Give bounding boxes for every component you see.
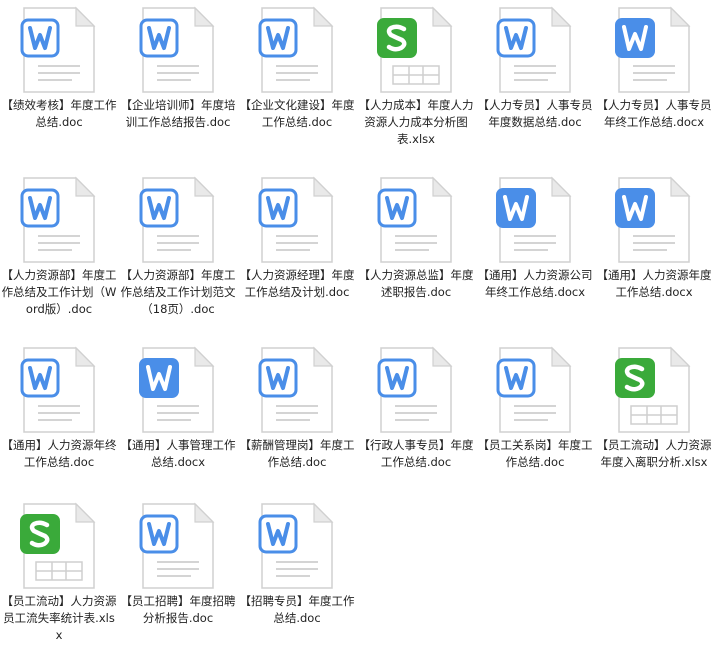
file-name: 【通用】人力资源年度工作总结.docx — [596, 268, 712, 299]
file-name: 【人力专员】人事专员年终工作总结.docx — [596, 98, 712, 129]
docx-file-icon — [496, 176, 574, 264]
doc-file-icon — [258, 502, 336, 590]
file-name: 【企业培训师】年度培训工作总结报告.doc — [120, 98, 236, 129]
doc-file-icon — [377, 346, 455, 434]
docx-file-icon — [615, 176, 693, 264]
file-item[interactable]: 【人力专员】人事专员年度数据总结.doc — [476, 2, 594, 170]
file-name: 【通用】人事管理工作总结.docx — [120, 438, 236, 469]
xlsx-file-icon — [615, 346, 693, 434]
file-item[interactable]: 【人力资源部】年度工作总结及工作计划（Word版）.doc — [0, 172, 118, 340]
file-grid: 【绩效考核】年度工作总结.doc 【企业培训师】年度培训工作总结报告.doc 【企业… — [0, 0, 719, 655]
file-name: 【人力资源经理】年度工作总结及计划.doc — [239, 268, 355, 299]
file-name: 【员工流动】人力资源员工流失率统计表.xlsx — [1, 594, 117, 642]
file-item[interactable]: 【人力资源总监】年度述职报告.doc — [357, 172, 475, 340]
file-item[interactable]: 【薪酬管理岗】年度工作总结.doc — [238, 342, 356, 510]
doc-file-icon — [20, 346, 98, 434]
file-item[interactable]: 【通用】人力资源公司年终工作总结.docx — [476, 172, 594, 340]
doc-file-icon — [496, 6, 574, 94]
file-item[interactable]: 【行政人事专员】年度工作总结.doc — [357, 342, 475, 510]
file-name: 【人力专员】人事专员年度数据总结.doc — [477, 98, 593, 129]
file-name: 【员工流动】人力资源年度入离职分析.xlsx — [596, 438, 712, 469]
doc-file-icon — [20, 6, 98, 94]
file-item[interactable]: 【员工关系岗】年度工作总结.doc — [476, 342, 594, 510]
file-item[interactable]: 【绩效考核】年度工作总结.doc — [0, 2, 118, 170]
file-item[interactable]: 【通用】人力资源年终工作总结.doc — [0, 342, 118, 510]
file-name: 【人力资源部】年度工作总结及工作计划范文（18页）.doc — [120, 268, 236, 316]
file-name: 【员工招聘】年度招聘分析报告.doc — [120, 594, 236, 625]
xlsx-file-icon — [377, 6, 455, 94]
doc-file-icon — [258, 176, 336, 264]
file-name: 【员工关系岗】年度工作总结.doc — [477, 438, 593, 469]
file-item[interactable]: 【人力成本】年度人力资源人力成本分析图表.xlsx — [357, 2, 475, 170]
file-name: 【人力资源部】年度工作总结及工作计划（Word版）.doc — [1, 268, 117, 316]
file-item[interactable]: 【通用】人事管理工作总结.docx — [119, 342, 237, 510]
doc-file-icon — [139, 6, 217, 94]
file-name: 【人力成本】年度人力资源人力成本分析图表.xlsx — [358, 98, 474, 146]
doc-file-icon — [20, 176, 98, 264]
file-name: 【招聘专员】年度工作总结.doc — [239, 594, 355, 625]
file-name: 【通用】人力资源公司年终工作总结.docx — [477, 268, 593, 299]
file-name: 【通用】人力资源年终工作总结.doc — [1, 438, 117, 469]
file-name: 【薪酬管理岗】年度工作总结.doc — [239, 438, 355, 469]
doc-file-icon — [258, 346, 336, 434]
docx-file-icon — [615, 6, 693, 94]
file-item[interactable]: 【通用】人力资源年度工作总结.docx — [595, 172, 713, 340]
file-item[interactable]: 【人力专员】人事专员年终工作总结.docx — [595, 2, 713, 170]
doc-file-icon — [377, 176, 455, 264]
xlsx-file-icon — [20, 502, 98, 590]
file-item[interactable]: 【企业培训师】年度培训工作总结报告.doc — [119, 2, 237, 170]
file-item[interactable]: 【员工流动】人力资源年度入离职分析.xlsx — [595, 342, 713, 510]
docx-file-icon — [139, 346, 217, 434]
doc-file-icon — [139, 502, 217, 590]
file-item[interactable]: 【员工招聘】年度招聘分析报告.doc — [119, 498, 237, 666]
doc-file-icon — [139, 176, 217, 264]
doc-file-icon — [496, 346, 574, 434]
file-name: 【企业文化建设】年度工作总结.doc — [239, 98, 355, 129]
file-item[interactable]: 【人力资源经理】年度工作总结及计划.doc — [238, 172, 356, 340]
doc-file-icon — [258, 6, 336, 94]
file-item[interactable]: 【企业文化建设】年度工作总结.doc — [238, 2, 356, 170]
file-item[interactable]: 【人力资源部】年度工作总结及工作计划范文（18页）.doc — [119, 172, 237, 340]
file-name: 【行政人事专员】年度工作总结.doc — [358, 438, 474, 469]
file-name: 【人力资源总监】年度述职报告.doc — [358, 268, 474, 299]
file-item[interactable]: 【招聘专员】年度工作总结.doc — [238, 498, 356, 666]
file-item[interactable]: 【员工流动】人力资源员工流失率统计表.xlsx — [0, 498, 118, 666]
file-name: 【绩效考核】年度工作总结.doc — [1, 98, 117, 129]
